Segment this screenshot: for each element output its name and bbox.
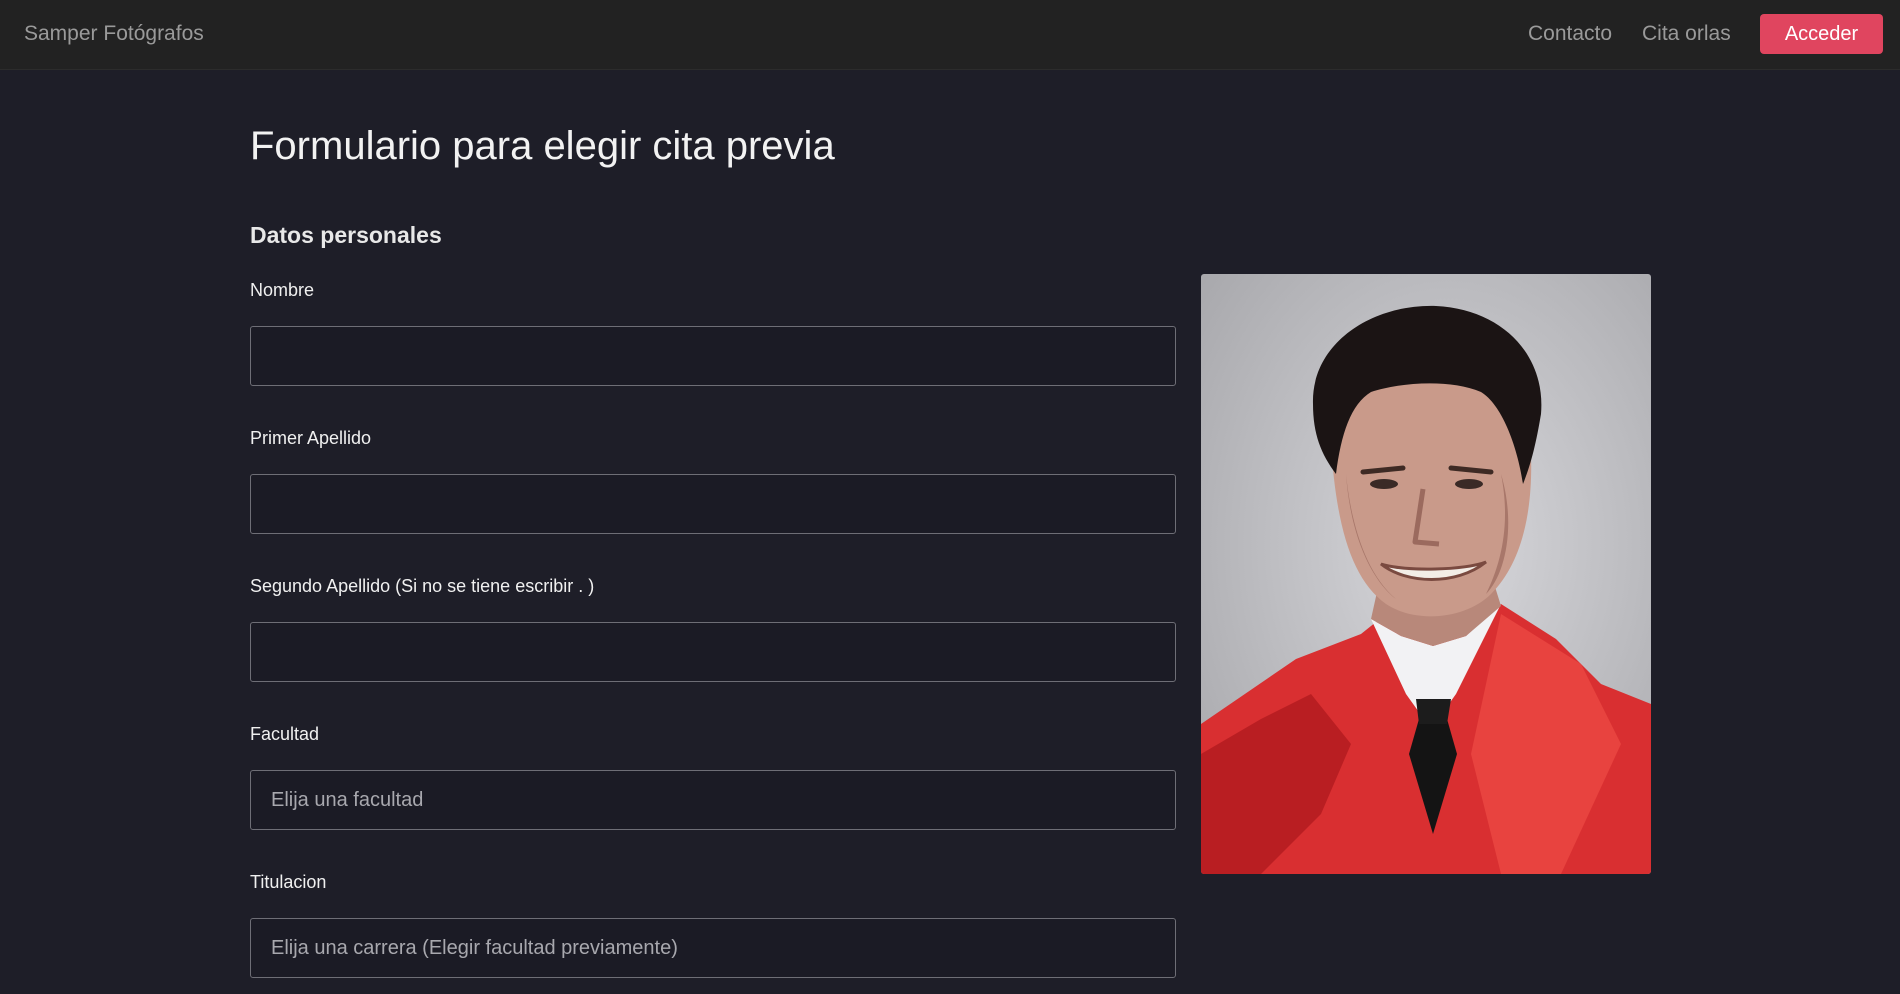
- graduate-portrait-image: [1201, 274, 1651, 874]
- facultad-label: Facultad: [250, 724, 320, 744]
- segundo-apellido-label: Segundo Apellido (Si no se tiene escribi…: [250, 576, 595, 596]
- nav-link-cita-orlas[interactable]: Cita orlas: [1642, 22, 1731, 46]
- top-navbar: Samper Fotógrafos Contacto Cita orlas Ac…: [0, 0, 1900, 70]
- nombre-label: Nombre: [250, 280, 315, 300]
- nav-link-contacto[interactable]: Contacto: [1528, 22, 1612, 46]
- titulacion-selected-value: Elija una carrera (Elegir facultad previ…: [271, 936, 678, 959]
- titulacion-label: Titulacion: [250, 872, 327, 892]
- page-title: Formulario para elegir cita previa: [250, 124, 835, 168]
- segundo-apellido-input[interactable]: [250, 622, 1176, 682]
- section-title: Datos personales: [250, 222, 442, 248]
- primer-apellido-input[interactable]: [250, 474, 1176, 534]
- nombre-input[interactable]: [250, 326, 1176, 386]
- primer-apellido-label: Primer Apellido: [250, 428, 372, 448]
- titulacion-select[interactable]: Elija una carrera (Elegir facultad previ…: [250, 918, 1176, 978]
- login-button[interactable]: Acceder: [1760, 14, 1883, 54]
- facultad-select[interactable]: Elija una facultad: [250, 770, 1176, 830]
- facultad-selected-value: Elija una facultad: [271, 788, 424, 811]
- brand-link[interactable]: Samper Fotógrafos: [24, 22, 204, 46]
